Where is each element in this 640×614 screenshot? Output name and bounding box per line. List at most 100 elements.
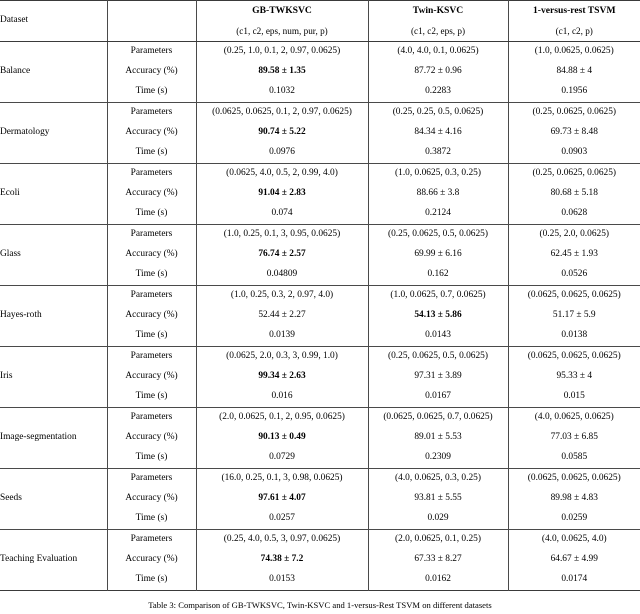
- value-cell-twin-time: 0.2309: [367, 448, 509, 469]
- table-caption: Table 3: Comparison of GB-TWKSVC, Twin-K…: [148, 600, 492, 610]
- column-header-dataset: Dataset: [0, 0, 108, 42]
- table-row: Glass Parameters (1.0, 0.25, 0.1, 3, 0.95,…: [0, 224, 640, 286]
- metric-label-cell: Time (s): [107, 326, 197, 347]
- value-cell-twin-accuracy: 97.31 ± 3.89: [367, 367, 509, 387]
- table-row: Hayes-roth Parameters (1.0, 0.25, 0.3, 2, …: [0, 285, 640, 347]
- value-cell-tsvm-parameters: (4.0, 0.0625, 4.0): [507, 529, 640, 550]
- metric-label-cell: Accuracy (%): [107, 62, 197, 82]
- metric-label-cell: Parameters: [106, 529, 197, 550]
- metric-label-cell: Accuracy (%): [107, 245, 197, 265]
- value-cell-tsvm-time: 0.0903: [507, 143, 640, 164]
- value-cell-tsvm-parameters: (0.25, 2.0, 0.0625): [507, 224, 640, 245]
- value-cell-tsvm-accuracy: 77.03 ± 6.85: [507, 428, 640, 448]
- dataset-name-cell: Teaching Evaluation: [0, 529, 108, 591]
- value-cell-twin-accuracy: 69.99 ± 6.16: [367, 245, 509, 265]
- column-header-gb-twksvc: GB-TWKSVC (c1, c2, eps, num, pur, p): [195, 0, 369, 42]
- metric-label-cell: Parameters: [106, 407, 197, 428]
- column-header-1-versus-rest-tsvm: 1-versus-rest TSVM (c1, c2, p): [507, 0, 640, 42]
- value-cell-gb-parameters: (16.0, 0.25, 0.1, 3, 0.98, 0.0625): [195, 468, 369, 489]
- value-cell-twin-accuracy: 84.34 ± 4.16: [367, 123, 509, 143]
- value-cell-gb-accuracy: 90.74 ± 5.22: [195, 123, 369, 143]
- value-cell-tsvm-accuracy: 64.67 ± 4.99: [507, 550, 640, 570]
- value-cell-gb-accuracy: 52.44 ± 2.27: [195, 306, 369, 326]
- metric-label-cell: Accuracy (%): [107, 306, 197, 326]
- dataset-name-cell: Ecoli: [0, 163, 108, 225]
- value-cell-twin-time: 0.0167: [367, 387, 509, 408]
- metric-label-cell: Parameters: [106, 102, 197, 123]
- value-cell-tsvm-parameters: (0.25, 0.0625, 0.0625): [507, 102, 640, 123]
- value-cell-gb-time: 0.0153: [195, 570, 369, 591]
- value-cell-gb-accuracy: 90.13 ± 0.49: [195, 428, 369, 448]
- value-cell-gb-accuracy: 89.58 ± 1.35: [195, 62, 369, 82]
- value-cell-twin-parameters: (0.0625, 0.0625, 0.7, 0.0625): [367, 407, 509, 428]
- value-cell-twin-accuracy: 89.01 ± 5.53: [367, 428, 509, 448]
- value-cell-tsvm-accuracy: 89.98 ± 4.83: [507, 489, 640, 509]
- value-cell-gb-time: 0.04809: [195, 265, 369, 286]
- table-row: Iris Parameters (0.0625, 2.0, 0.3, 3, 0.99…: [0, 346, 640, 408]
- value-cell-twin-accuracy: 54.13 ± 5.86: [367, 306, 509, 326]
- value-cell-gb-parameters: (1.0, 0.25, 0.1, 3, 0.95, 0.0625): [195, 224, 369, 245]
- metric-label-cell: Accuracy (%): [107, 184, 197, 204]
- dataset-name-cell: Iris: [0, 346, 108, 408]
- value-cell-gb-parameters: (1.0, 0.25, 0.3, 2, 0.97, 4.0): [195, 285, 369, 306]
- table-row: Dermatology Parameters (0.0625, 0.0625, 0.…: [0, 102, 640, 164]
- value-cell-tsvm-accuracy: 80.68 ± 5.18: [507, 184, 640, 204]
- value-cell-gb-time: 0.0139: [195, 326, 369, 347]
- value-cell-twin-parameters: (1.0, 0.0625, 0.3, 0.25): [367, 163, 509, 184]
- value-cell-tsvm-parameters: (0.0625, 0.0625, 0.0625): [507, 468, 640, 489]
- table-page: Dataset GB-TWKSVC (c1, c2, eps, num, pur…: [0, 0, 640, 614]
- metric-label-cell: Parameters: [106, 285, 197, 306]
- value-cell-tsvm-accuracy: 84.88 ± 4: [507, 62, 640, 82]
- value-cell-gb-time: 0.016: [195, 387, 369, 408]
- metric-label-cell: Parameters: [106, 468, 197, 489]
- table-header: Dataset GB-TWKSVC (c1, c2, eps, num, pur…: [0, 0, 640, 42]
- metric-label-cell: Time (s): [107, 265, 197, 286]
- value-cell-tsvm-time: 0.0138: [507, 326, 640, 347]
- metric-label-cell: Parameters: [106, 163, 197, 184]
- header-row: Dataset GB-TWKSVC (c1, c2, eps, num, pur…: [0, 0, 640, 42]
- value-cell-gb-accuracy: 74.38 ± 7.2: [195, 550, 369, 570]
- value-cell-tsvm-parameters: (4.0, 0.0625, 0.0625): [507, 407, 640, 428]
- value-cell-tsvm-time: 0.1956: [507, 82, 640, 103]
- dataset-name-cell: Glass: [0, 224, 108, 286]
- value-cell-gb-time: 0.074: [195, 204, 369, 225]
- metric-label-cell: Accuracy (%): [107, 367, 197, 387]
- value-cell-twin-parameters: (1.0, 0.0625, 0.7, 0.0625): [367, 285, 509, 306]
- value-cell-twin-accuracy: 88.66 ± 3.8: [367, 184, 509, 204]
- dataset-name-cell: Hayes-roth: [0, 285, 108, 347]
- value-cell-gb-parameters: (2.0, 0.0625, 0.1, 2, 0.95, 0.0625): [195, 407, 369, 428]
- value-cell-twin-accuracy: 67.33 ± 8.27: [367, 550, 509, 570]
- dataset-name-cell: Dermatology: [0, 102, 108, 164]
- algo-name-twin-ksvc: Twin-KSVC: [412, 4, 464, 16]
- value-cell-gb-parameters: (0.0625, 4.0, 0.5, 2, 0.99, 4.0): [195, 163, 369, 184]
- metric-label-cell: Accuracy (%): [107, 489, 197, 509]
- value-cell-gb-time: 0.0729: [195, 448, 369, 469]
- algo-name-1-versus-rest-tsvm: 1-versus-rest TSVM: [532, 4, 616, 16]
- metric-label-cell: Parameters: [106, 41, 197, 62]
- value-cell-tsvm-accuracy: 51.17 ± 5.9: [507, 306, 640, 326]
- metric-label-cell: Parameters: [106, 224, 197, 245]
- metric-label-cell: Parameters: [106, 346, 197, 367]
- metric-label-cell: Time (s): [107, 82, 197, 103]
- value-cell-gb-parameters: (0.25, 4.0, 0.5, 3, 0.97, 0.0625): [195, 529, 369, 550]
- value-cell-twin-time: 0.029: [367, 509, 509, 530]
- metric-label-cell: Time (s): [107, 448, 197, 469]
- value-cell-tsvm-time: 0.015: [507, 387, 640, 408]
- value-cell-tsvm-time: 0.0585: [507, 448, 640, 469]
- table-row: Teaching Evaluation Parameters (0.25, 4.0,…: [0, 529, 640, 591]
- metric-label-cell: Time (s): [107, 387, 197, 408]
- value-cell-tsvm-time: 0.0259: [507, 509, 640, 530]
- metric-label-cell: Accuracy (%): [107, 123, 197, 143]
- value-cell-tsvm-parameters: (0.25, 0.0625, 0.0625): [507, 163, 640, 184]
- value-cell-twin-time: 0.0143: [367, 326, 509, 347]
- value-cell-tsvm-accuracy: 95.33 ± 4: [507, 367, 640, 387]
- value-cell-twin-parameters: (0.25, 0.25, 0.5, 0.0625): [367, 102, 509, 123]
- value-cell-gb-accuracy: 97.61 ± 4.07: [195, 489, 369, 509]
- metric-label-cell: Accuracy (%): [107, 550, 197, 570]
- value-cell-twin-time: 0.2283: [367, 82, 509, 103]
- value-cell-gb-time: 0.0257: [195, 509, 369, 530]
- metric-label-cell: Time (s): [107, 509, 197, 530]
- value-cell-tsvm-parameters: (0.0625, 0.0625, 0.0625): [507, 346, 640, 367]
- value-cell-twin-time: 0.0162: [367, 570, 509, 591]
- value-cell-twin-parameters: (4.0, 4.0, 0.1, 0.0625): [367, 41, 509, 62]
